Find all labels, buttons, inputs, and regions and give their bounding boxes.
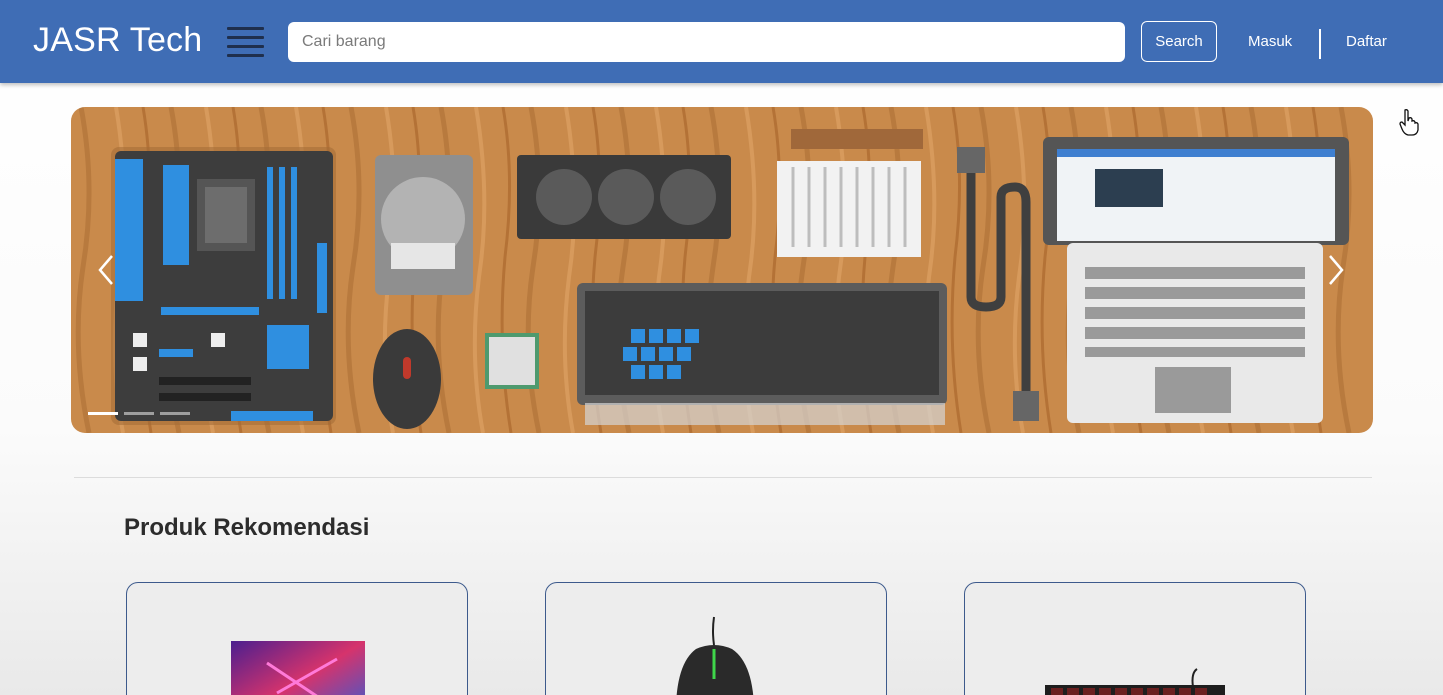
section-divider [74, 477, 1372, 478]
hand-cursor-icon [1399, 109, 1419, 136]
nav-divider [1319, 29, 1321, 59]
login-link[interactable]: Masuk [1248, 33, 1292, 50]
carousel-next-icon[interactable] [1324, 250, 1348, 290]
menu-icon[interactable] [227, 27, 264, 57]
top-navbar: JASR Tech Search Masuk Daftar [0, 0, 1443, 83]
search-input[interactable] [288, 22, 1125, 62]
search-button[interactable]: Search [1141, 21, 1217, 62]
mechanical-keyboard-image [1045, 668, 1225, 695]
carousel-indicator[interactable] [88, 412, 118, 415]
register-link[interactable]: Daftar [1346, 33, 1387, 50]
recommendations-title: Produk Rekomendasi [124, 514, 370, 541]
hero-carousel[interactable] [71, 107, 1373, 433]
brand-logo[interactable]: JASR Tech [33, 21, 202, 60]
product-card[interactable] [545, 582, 887, 695]
carousel-indicator[interactable] [160, 412, 190, 415]
gaming-mouse-image [676, 616, 754, 695]
product-card[interactable] [126, 582, 468, 695]
carousel-prev-icon[interactable] [94, 250, 118, 290]
carousel-indicator[interactable] [124, 412, 154, 415]
hero-banner-image [71, 107, 1373, 433]
product-card[interactable] [964, 582, 1306, 695]
carousel-indicators [88, 412, 190, 415]
gaming-laptop-image [231, 641, 365, 695]
